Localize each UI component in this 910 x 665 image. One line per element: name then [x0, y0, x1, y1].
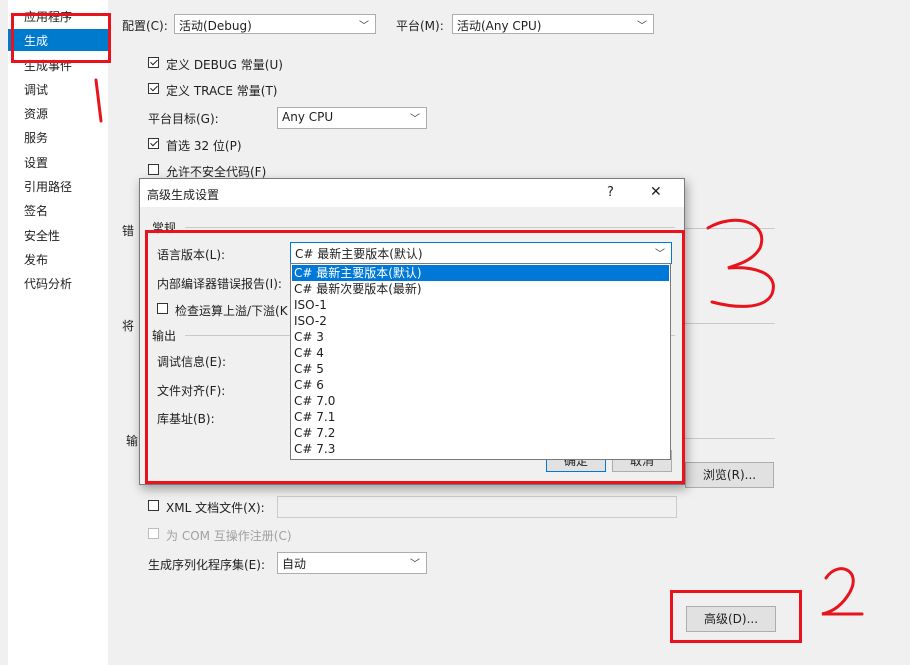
handwritten-annotations: [94, 78, 864, 616]
annotation-mark-3: [706, 218, 775, 308]
annotation-mark-1: [94, 78, 103, 123]
annotation-mark-2: [821, 567, 864, 616]
